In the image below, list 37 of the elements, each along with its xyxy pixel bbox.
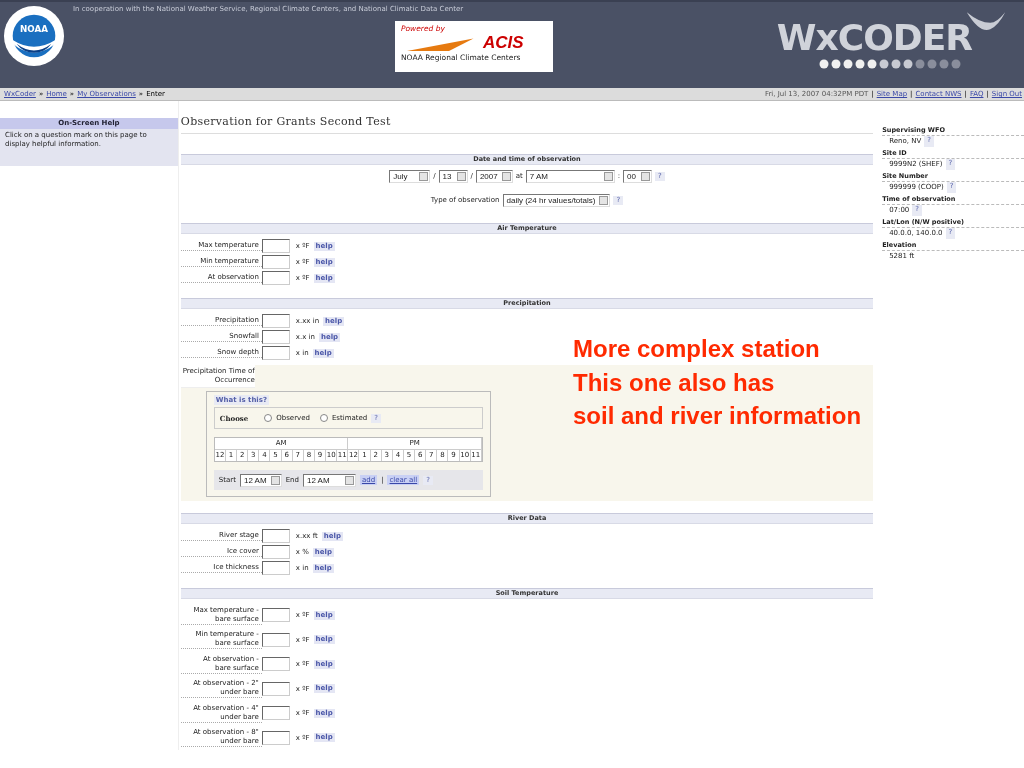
radio-button[interactable]: [264, 414, 273, 422]
end-select[interactable]: 12 AM: [302, 473, 356, 487]
input-field[interactable]: [261, 706, 290, 721]
caret-icon: [456, 171, 466, 181]
caret-icon: [419, 171, 429, 181]
input-field[interactable]: [261, 314, 290, 328]
noaa-logo: NOAA: [3, 5, 65, 67]
caret-icon: [603, 171, 613, 181]
caret-icon: [501, 171, 511, 181]
day-select[interactable]: 13: [438, 169, 468, 183]
input-field[interactable]: [261, 632, 290, 647]
caret-icon: [641, 171, 651, 181]
input-field[interactable]: [261, 255, 290, 269]
input-field[interactable]: [261, 239, 290, 253]
hour-select[interactable]: 7 AM: [525, 169, 615, 183]
input-field[interactable]: [261, 529, 290, 543]
start-select[interactable]: 12 AM: [239, 473, 282, 487]
input-field[interactable]: [261, 657, 290, 672]
year-select[interactable]: 2007: [475, 169, 513, 183]
caret-icon: [599, 195, 609, 205]
caret-icon: [270, 475, 280, 485]
input-field[interactable]: [261, 730, 290, 745]
input-field[interactable]: [261, 346, 290, 360]
input-field[interactable]: [261, 545, 290, 559]
input-field[interactable]: [261, 608, 290, 623]
minute-select[interactable]: 00: [623, 169, 653, 183]
input-field[interactable]: [261, 330, 290, 344]
wxcoder-logo: WxCODER: [778, 2, 1024, 88]
input-field[interactable]: [261, 681, 290, 696]
input-field[interactable]: [261, 561, 290, 575]
month-select[interactable]: July: [389, 169, 431, 183]
annotation-text: More complex station This one also has soil and river information: [573, 334, 862, 431]
input-field[interactable]: [261, 271, 290, 285]
caret-icon: [344, 475, 354, 485]
radio-button[interactable]: [319, 414, 328, 422]
page-title: Observation for Grants Second Test: [180, 101, 874, 134]
observation-type-select[interactable]: daily (24 hr values/totals): [502, 193, 611, 207]
